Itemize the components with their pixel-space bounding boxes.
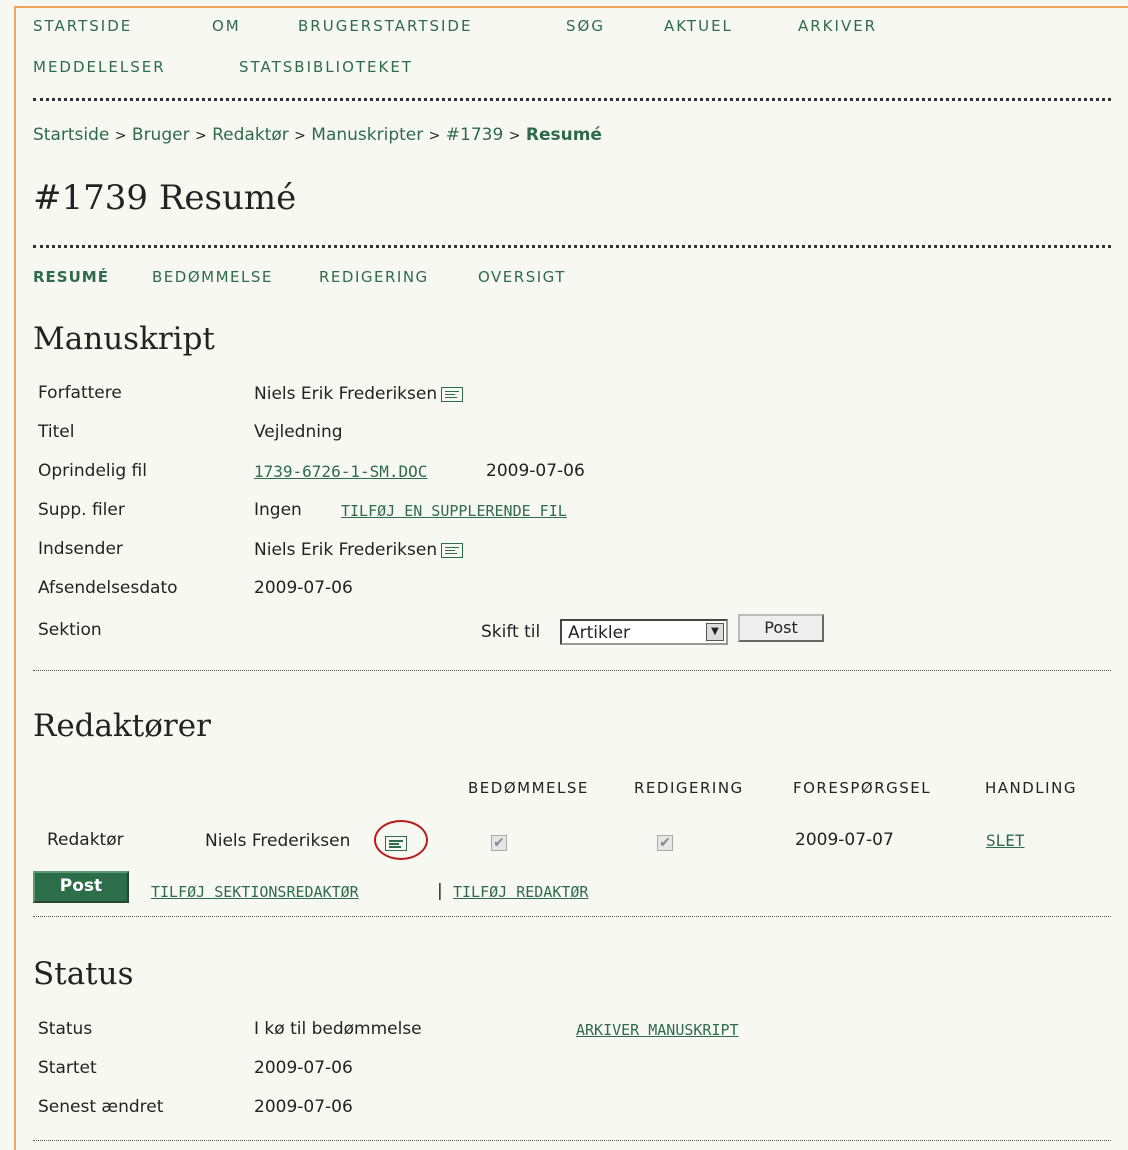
started-value: 2009-07-06 [254,1058,353,1078]
section-select[interactable]: Artikler ▼ [560,619,728,645]
label-supp-files: Supp. filer [38,500,125,520]
nav-divider [33,98,1111,101]
add-supp-file-link[interactable]: TILFØJ EN SUPPLERENDE FIL [341,502,567,520]
delete-editor-link[interactable]: SLET [986,831,1025,850]
title-value: Vejledning [254,422,343,442]
section-selected-value: Artikler [568,623,631,643]
section-post-button[interactable]: Post [738,614,824,642]
status-value: I kø til bedømmelse [254,1019,422,1039]
breadcrumb-startside[interactable]: Startside [33,125,109,145]
section-heading-redaktorer: Redaktører [33,708,211,744]
nav-arkiver[interactable]: ARKIVER [798,17,877,35]
submitter-value: Niels Erik Frederiksen [254,540,464,560]
breadcrumb-bruger[interactable]: Bruger [132,125,190,145]
chevron-down-icon[interactable]: ▼ [706,623,724,641]
col-header-redigering: REDIGERING [634,779,744,797]
authors-name: Niels Erik Frederiksen [254,384,438,404]
switch-label: Skift til [481,622,541,642]
editor-name: Niels Frederiksen [205,831,351,851]
original-file-date: 2009-07-06 [486,461,585,481]
col-header-foresporgsel: FORESPØRGSEL [793,779,932,797]
review-checkbox[interactable]: ✔ [491,835,507,851]
request-date: 2009-07-07 [795,830,894,850]
original-file-link[interactable]: 1739-6726-1-SM.DOC [254,462,427,481]
label-title: Titel [38,422,75,442]
title-divider [33,245,1111,248]
nav-sog[interactable]: SØG [566,17,605,35]
archive-manuscript-link[interactable]: ARKIVER MANUSKRIPT [576,1021,739,1039]
label-date: Afsendelsesdato [38,578,178,598]
highlight-circle [374,820,428,860]
tab-resume[interactable]: RESUMÉ [33,268,109,286]
breadcrumb-separator: > [114,128,127,144]
section-divider [33,916,1111,917]
page-title: #1739 Resumé [33,178,297,218]
nav-startside[interactable]: STARTSIDE [33,17,132,35]
nav-om[interactable]: OM [212,17,241,35]
label-authors: Forfattere [38,383,122,403]
label-started: Startet [38,1058,97,1078]
tab-oversigt[interactable]: OVERSIGT [478,268,566,286]
breadcrumb-separator: > [194,128,207,144]
nav-aktuel[interactable]: AKTUEL [664,17,733,35]
nav-statsbiblioteket[interactable]: STATSBIBLIOTEKET [239,58,413,76]
authors-value: Niels Erik Frederiksen [254,384,464,404]
breadcrumb: Startside > Bruger > Redaktør > Manuskri… [33,125,602,145]
editor-role: Redaktør [47,830,124,850]
submission-date: 2009-07-06 [254,578,353,598]
label-submitter: Indsender [38,539,123,559]
supp-files-value: Ingen [254,500,302,520]
breadcrumb-separator: > [428,128,441,144]
add-section-editor-link[interactable]: TILFØJ SEKTIONSREDAKTØR [151,883,359,901]
col-header-bedommelse: BEDØMMELSE [468,779,589,797]
section-divider [33,670,1111,671]
edit-checkbox[interactable]: ✔ [657,835,673,851]
breadcrumb-separator: > [508,128,521,144]
email-icon[interactable] [441,386,464,402]
nav-meddelelser[interactable]: MEDDELELSER [33,58,166,76]
add-editor-link[interactable]: TILFØJ REDAKTØR [453,883,588,901]
section-divider [33,1140,1111,1141]
breadcrumb-separator: > [294,128,306,144]
breadcrumb-id[interactable]: #1739 [446,125,504,145]
modified-value: 2009-07-06 [254,1097,353,1117]
label-modified: Senest ændret [38,1097,164,1117]
breadcrumb-redaktor[interactable]: Redaktør [212,125,289,145]
label-orig-file: Oprindelig fil [38,461,147,481]
breadcrumb-manuskripter[interactable]: Manuskripter [311,125,423,145]
section-heading-manuskript: Manuskript [33,321,215,357]
section-heading-status: Status [33,956,134,992]
editors-post-button[interactable]: Post [33,871,129,903]
link-divider: | [437,881,443,901]
label-section: Sektion [38,620,102,640]
nav-brugerstartside[interactable]: BRUGERSTARTSIDE [298,17,472,35]
tab-redigering[interactable]: REDIGERING [319,268,429,286]
breadcrumb-current[interactable]: Resumé [526,125,602,145]
col-header-handling: HANDLING [985,779,1077,797]
submitter-name: Niels Erik Frederiksen [254,540,438,560]
tab-bedommelse[interactable]: BEDØMMELSE [152,268,273,286]
email-icon[interactable] [441,542,464,558]
label-status: Status [38,1019,93,1039]
